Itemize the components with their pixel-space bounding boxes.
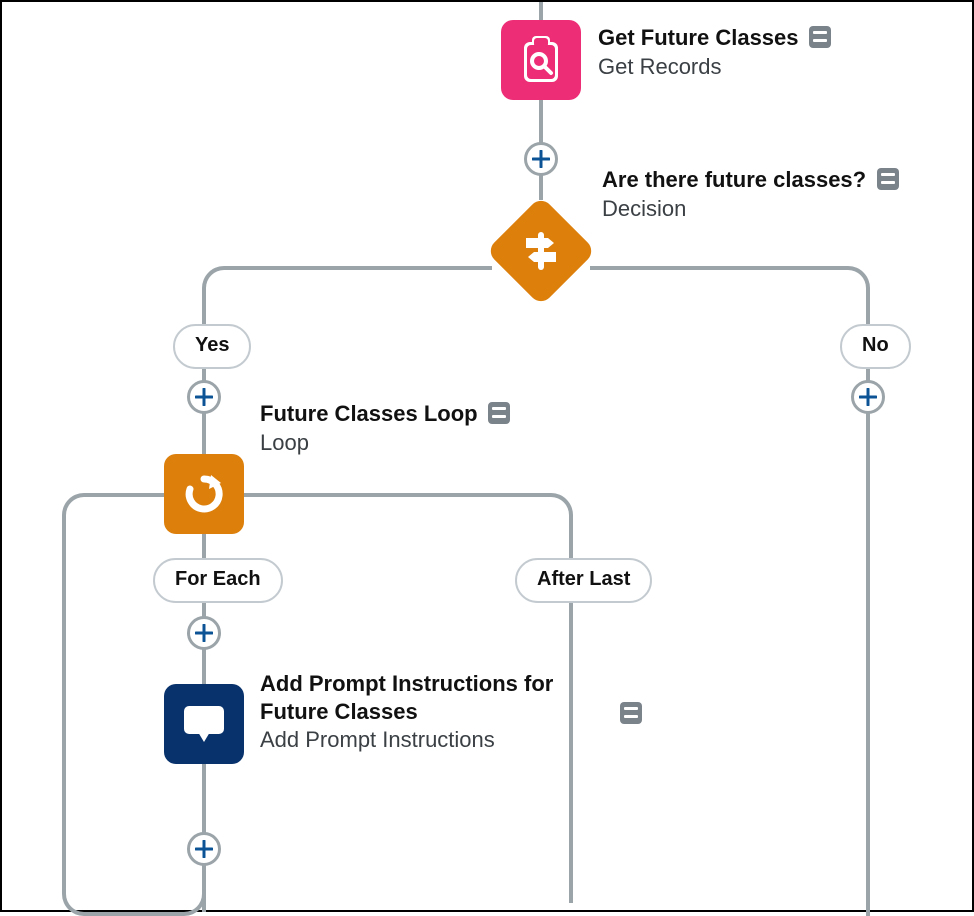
connector: [590, 266, 830, 270]
description-icon[interactable]: [809, 26, 831, 48]
branch-label-no[interactable]: No: [840, 324, 911, 369]
connector-corner: [62, 872, 106, 916]
connector: [242, 493, 532, 497]
connector: [539, 2, 543, 22]
node-title: Get Future Classes: [598, 25, 799, 50]
flow-canvas[interactable]: Get Future Classes Get Records Are there…: [2, 2, 972, 910]
loop-node[interactable]: [164, 454, 244, 534]
decision-node[interactable]: [486, 196, 596, 306]
add-element-button[interactable]: [187, 616, 221, 650]
description-icon[interactable]: [620, 702, 642, 724]
loop-label: Future Classes Loop Loop: [260, 400, 510, 456]
add-element-button[interactable]: [851, 380, 885, 414]
loop-refresh-icon: [181, 471, 227, 517]
connector-corner: [202, 266, 246, 310]
clipboard-search-icon: [520, 36, 562, 84]
node-subtitle: Get Records: [598, 54, 831, 80]
connector: [62, 533, 66, 883]
connector-corner: [162, 872, 206, 916]
get-records-node[interactable]: [501, 20, 581, 100]
connector: [202, 632, 206, 912]
node-title: Add Prompt Instructions for Future Class…: [260, 671, 553, 724]
connector-corner: [529, 493, 573, 537]
node-title: Future Classes Loop: [260, 401, 478, 426]
connector: [102, 493, 168, 497]
branch-label-for-each[interactable]: For Each: [153, 558, 283, 603]
get-records-label: Get Future Classes Get Records: [598, 24, 831, 80]
connector: [242, 266, 492, 270]
prompt-instructions-node[interactable]: [164, 684, 244, 764]
prompt-instructions-label: Add Prompt Instructions for Future Class…: [260, 670, 600, 753]
connector-corner: [62, 493, 106, 537]
node-title: Are there future classes?: [602, 167, 866, 192]
branch-label-yes[interactable]: Yes: [173, 324, 251, 369]
branch-label-after-last[interactable]: After Last: [515, 558, 652, 603]
add-element-button[interactable]: [524, 142, 558, 176]
description-icon[interactable]: [877, 168, 899, 190]
chat-bubble-icon: [180, 702, 228, 746]
node-subtitle: Add Prompt Instructions: [260, 727, 600, 753]
description-icon[interactable]: [488, 402, 510, 424]
add-element-button[interactable]: [187, 380, 221, 414]
add-element-button[interactable]: [187, 832, 221, 866]
node-subtitle: Loop: [260, 430, 510, 456]
connector-corner: [826, 266, 870, 310]
decision-signpost-icon: [520, 230, 562, 272]
node-subtitle: Decision: [602, 196, 899, 222]
decision-label: Are there future classes? Decision: [602, 166, 899, 222]
